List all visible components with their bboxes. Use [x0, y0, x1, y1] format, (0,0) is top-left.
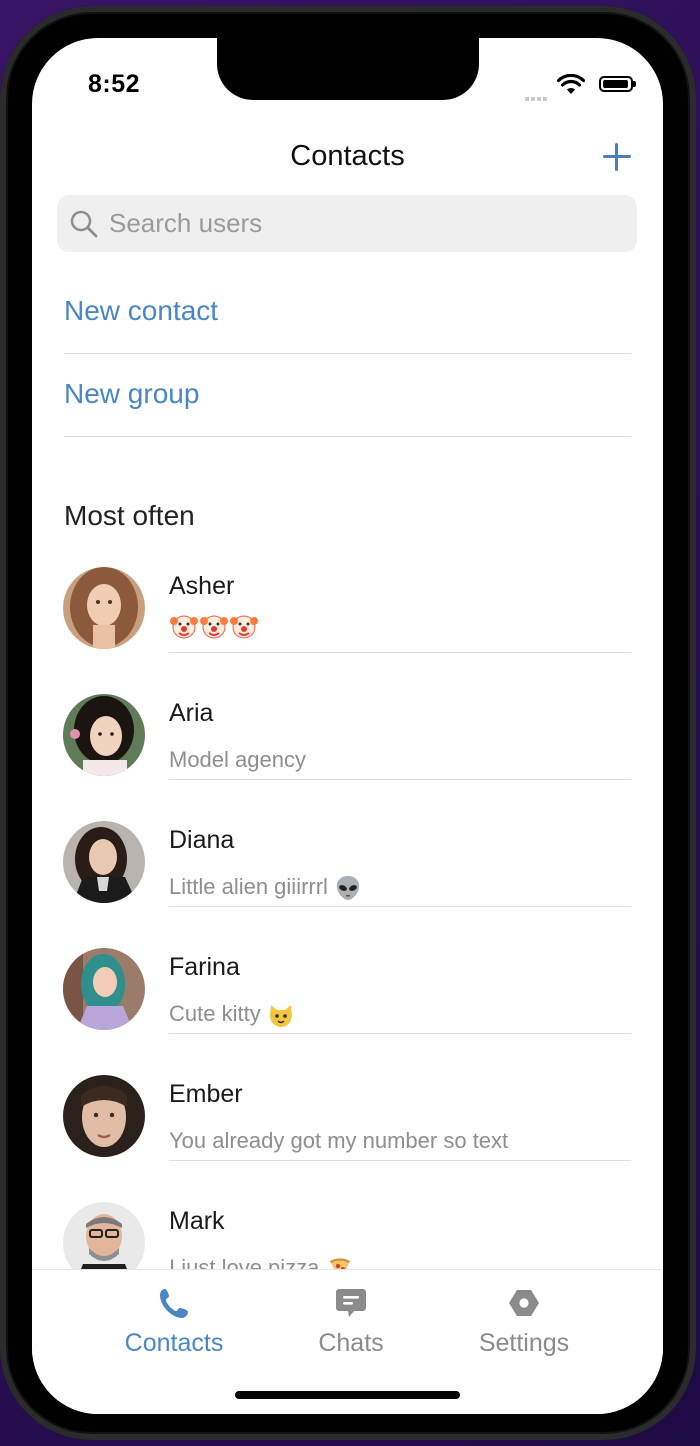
cat-face-emoji-icon — [269, 1005, 292, 1028]
contact-name: Farina — [169, 953, 240, 981]
contact-row-asher[interactable]: Asher — [32, 558, 663, 685]
tab-label: Settings — [478, 1329, 570, 1357]
search-input[interactable] — [107, 207, 631, 240]
tab-label: Chats — [318, 1329, 384, 1357]
app-screen: 8:52 Contacts New contac — [32, 38, 663, 1414]
signal-icon — [525, 88, 549, 106]
page-title: Contacts — [290, 140, 405, 172]
status-indicators — [473, 73, 636, 101]
contact-status: Cute kitty — [169, 1001, 295, 1029]
contact-status: Little alien giiirrrl — [169, 874, 362, 902]
contact-name: Asher — [169, 572, 235, 600]
clown-face-emoji-icon — [170, 615, 258, 639]
tab-contacts[interactable]: Contacts — [84, 1270, 264, 1370]
avatar — [63, 1075, 145, 1157]
contact-row-aria[interactable]: Aria Model agency — [32, 685, 663, 812]
phone-frame: 8:52 Contacts New contac — [0, 6, 696, 1440]
phone-icon — [157, 1286, 191, 1320]
tab-settings[interactable]: Settings — [434, 1270, 614, 1370]
row-divider — [169, 1160, 631, 1161]
search-icon — [69, 209, 99, 239]
contact-row-farina[interactable]: Farina Cute kitty — [32, 939, 663, 1066]
battery-icon — [599, 76, 636, 92]
alien-emoji-icon — [336, 876, 360, 901]
home-indicator[interactable] — [235, 1391, 460, 1399]
divider — [64, 436, 631, 437]
contact-status — [169, 612, 259, 642]
row-divider — [169, 906, 631, 907]
contact-name: Ember — [169, 1080, 243, 1108]
new-group-link[interactable]: New group — [64, 378, 631, 410]
divider — [64, 353, 631, 354]
new-contact-link[interactable]: New contact — [64, 295, 631, 327]
tab-chats[interactable]: Chats — [261, 1270, 441, 1370]
contact-status: I just love pizza — [169, 1255, 354, 1270]
row-divider — [169, 779, 631, 780]
chat-bubble-icon — [334, 1286, 368, 1320]
contact-row-diana[interactable]: Diana Little alien giiirrrl — [32, 812, 663, 939]
contact-row-mark[interactable]: Mark I just love pizza — [32, 1193, 663, 1270]
status-time: 8:52 — [88, 70, 141, 98]
avatar — [63, 694, 145, 776]
contact-name: Mark — [169, 1207, 225, 1235]
settings-hexagon-icon — [507, 1286, 541, 1320]
contact-status: Model agency — [169, 747, 306, 772]
contact-name: Diana — [169, 826, 235, 854]
wifi-icon — [556, 73, 586, 101]
add-contact-button[interactable] — [601, 141, 633, 173]
search-bar[interactable] — [57, 195, 637, 252]
row-divider — [169, 652, 631, 653]
contact-row-ember[interactable]: Ember You already got my number so text — [32, 1066, 663, 1193]
tab-label: Contacts — [124, 1329, 224, 1357]
avatar — [63, 567, 145, 649]
contact-list: Asher Aria Model agency Diana Little ali… — [32, 558, 663, 1270]
avatar — [63, 821, 145, 903]
avatar — [63, 1202, 145, 1270]
avatar — [63, 948, 145, 1030]
pizza-emoji-icon — [329, 1258, 350, 1270]
contact-status: You already got my number so text — [169, 1128, 509, 1153]
row-divider — [169, 1033, 631, 1034]
section-title: Most often — [64, 500, 195, 531]
notch — [217, 38, 479, 100]
contact-name: Aria — [169, 699, 214, 727]
